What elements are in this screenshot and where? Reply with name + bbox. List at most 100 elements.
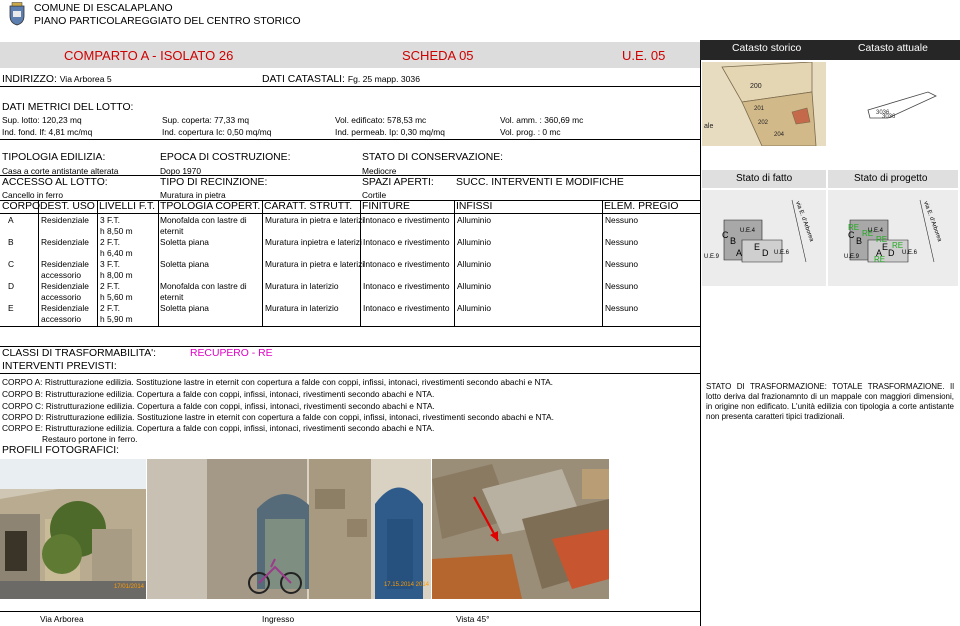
stato-progetto-header: Stato di progetto xyxy=(828,170,958,188)
scheda-title-bar: COMPARTO A - ISOLATO 26 SCHEDA 05 U.E. 0… xyxy=(0,42,700,68)
comparto-title: COMPARTO A - ISOLATO 26 xyxy=(64,48,234,63)
epoca-label: EPOCA DI COSTRUZIONE: xyxy=(160,152,291,163)
ue-number: U.E. 05 xyxy=(622,48,666,63)
cell-livelli: 2 F.T. xyxy=(100,303,121,313)
cell-uso-2: accessorio xyxy=(41,314,82,324)
metric-sup-lotto: Sup. lotto: 120,23 mq xyxy=(2,115,82,125)
recinzione-label: TIPO DI RECINZIONE: xyxy=(160,177,268,188)
catastali-label-text: DATI CATASTALI: xyxy=(262,74,345,85)
stato-progetto-label: Stato di progetto xyxy=(854,173,928,184)
table-row: D Residenziale accessorio 2 F.T. h 5,60 … xyxy=(0,280,700,302)
plan-letter: B xyxy=(856,236,862,246)
col-livelli: LIVELLI F.T. xyxy=(99,201,156,212)
cell-infissi: Alluminio xyxy=(457,281,491,291)
stato-fatto-label: Stato di fatto xyxy=(736,173,793,184)
intervento-extra: Restauro portone in ferro. xyxy=(42,434,138,444)
map-number: 202 xyxy=(758,120,769,126)
photo-via-arborea: 17/01/2014 xyxy=(0,459,146,599)
accesso-label: ACCESSO AL LOTTO: xyxy=(2,177,108,188)
cell-altezza: h 8,00 m xyxy=(100,270,133,280)
caption-vista-45: Vista 45° xyxy=(456,614,490,624)
cell-pregio: Nessuno xyxy=(605,281,639,291)
cell-finiture: Intonaco e rivestimento xyxy=(363,281,450,291)
plan-ue6: U.E.6 xyxy=(902,250,918,256)
plan-letter: B xyxy=(730,236,736,246)
plan-letter: C xyxy=(848,230,855,240)
cell-uso-2: accessorio xyxy=(41,292,82,302)
divider xyxy=(0,346,700,347)
cell-copertura-2: eternit xyxy=(160,292,184,302)
comune-title: COMUNE DI ESCALAPLANO xyxy=(34,3,173,14)
cell-corpo: B xyxy=(8,237,14,247)
cell-livelli: 2 F.T. xyxy=(100,281,121,291)
cell-livelli: 3 F.T. xyxy=(100,259,121,269)
cell-infissi: Alluminio xyxy=(457,259,491,269)
map-number: 200 xyxy=(750,83,762,90)
stato-fatto-header: Stato di fatto xyxy=(702,170,826,188)
classi-label: CLASSI DI TRASFORMABILITA': xyxy=(2,348,157,359)
catasto-attuale-label: Catasto attuale xyxy=(858,43,928,54)
stato-fatto-plan: C B E A D U.E.4 U.E.6 U.E.9 via E. d'Arb… xyxy=(702,190,826,286)
piano-title: PIANO PARTICOLAREGGIATO DEL CENTRO STORI… xyxy=(34,16,301,27)
intervento-line: CORPO C: Ristrutturazione edilizia. Cope… xyxy=(2,401,435,411)
coat-of-arms-icon xyxy=(9,2,25,26)
divider xyxy=(0,86,700,87)
cell-livelli: 3 F.T. xyxy=(100,215,121,225)
divider xyxy=(0,326,700,327)
col-dest-uso: DEST. USO xyxy=(40,201,95,212)
cell-finiture: Intonaco e rivestimento xyxy=(363,303,450,313)
stato-progetto-plan: RE RE RE RE RE C B E A D U.E.4 U.E.6 U.E… xyxy=(828,190,958,286)
page-header: COMUNE DI ESCALAPLANO PIANO PARTICOLAREG… xyxy=(0,0,960,36)
cell-copertura: Soletta piana xyxy=(160,259,209,269)
table-row: B Residenziale 2 F.T. h 6,40 m Soletta p… xyxy=(0,236,700,258)
caption-ingresso: Ingresso xyxy=(262,614,295,624)
metric-ind-fond: Ind. fond. If: 4,81 mc/mq xyxy=(2,127,93,137)
cell-uso: Residenziale xyxy=(41,281,89,291)
cell-pregio: Nessuno xyxy=(605,259,639,269)
metric-ind-permeab: Ind. permeab. Ip: 0,30 mq/mq xyxy=(335,127,445,137)
cell-strutt: Muratura in pietra e laterizi xyxy=(265,215,365,225)
accesso-value: Cancello in ferro xyxy=(2,190,63,200)
indirizzo-value: Via Arborea 5 xyxy=(59,74,112,84)
photo-vista-45 xyxy=(432,459,609,599)
succ-interventi-label: SUCC. INTERVENTI E MODIFICHE xyxy=(456,177,624,188)
cell-uso: Residenziale xyxy=(41,259,89,269)
stato-label: STATO DI CONSERVAZIONE: xyxy=(362,152,504,163)
cell-livelli: 2 F.T. xyxy=(100,237,121,247)
caption-via-arborea: Via Arborea xyxy=(40,614,84,624)
metric-ind-copertura: Ind. copertura Ic: 0,50 mq/mq xyxy=(162,127,272,137)
catasto-storico-map: 200 201 202 204 ale xyxy=(702,61,826,147)
metric-vol-edificato: Vol. edificato: 578,53 mc xyxy=(335,115,427,125)
cell-uso: Residenziale xyxy=(41,237,89,247)
cell-corpo: E xyxy=(8,303,14,313)
col-infissi: INFISSI xyxy=(456,201,493,212)
map-fragment: ale xyxy=(704,123,713,130)
plan-letter: C xyxy=(722,230,729,240)
table-row: A Residenziale 3 F.T. h 8,50 m Monofalda… xyxy=(0,214,700,236)
intervento-line: CORPO E: Ristrutturazione edilizia. Cope… xyxy=(2,423,435,433)
cell-finiture: Intonaco e rivestimento xyxy=(363,237,450,247)
intervento-line: CORPO B: Ristrutturazione edilizia. Cope… xyxy=(2,389,435,399)
catasto-attuale-map: 3036 3036 xyxy=(828,62,958,146)
cell-strutt: Muratura in laterizio xyxy=(265,303,339,313)
plan-letter: A xyxy=(736,248,742,258)
profili-label: PROFILI FOTOGRAFICI: xyxy=(2,445,120,456)
metric-vol-prog: Vol. prog. : 0 mc xyxy=(500,127,561,137)
metrics-title: DATI METRICI DEL LOTTO: xyxy=(2,102,134,113)
cell-strutt: Muratura in pietra e laterizi xyxy=(265,259,365,269)
map-number: 201 xyxy=(754,106,765,112)
photo-ingresso: 17.15.2014 2014 xyxy=(147,459,431,599)
spazi-value: Cortile xyxy=(362,190,387,200)
divider xyxy=(0,139,700,140)
cell-corpo: D xyxy=(8,281,15,291)
plan-ue4: U.E.4 xyxy=(740,228,756,234)
cell-infissi: Alluminio xyxy=(457,303,491,313)
cell-corpo: C xyxy=(8,259,15,269)
cell-pregio: Nessuno xyxy=(605,215,639,225)
metric-sup-coperta: Sup. coperta: 77,33 mq xyxy=(162,115,250,125)
plan-letter: A xyxy=(876,248,882,258)
intervento-line: CORPO A: Ristrutturazione edilizia. Sost… xyxy=(2,377,553,387)
cell-copertura: Soletta piana xyxy=(160,303,209,313)
catasto-header: Catasto storico Catasto attuale xyxy=(700,40,960,60)
plan-letter: D xyxy=(762,248,769,258)
